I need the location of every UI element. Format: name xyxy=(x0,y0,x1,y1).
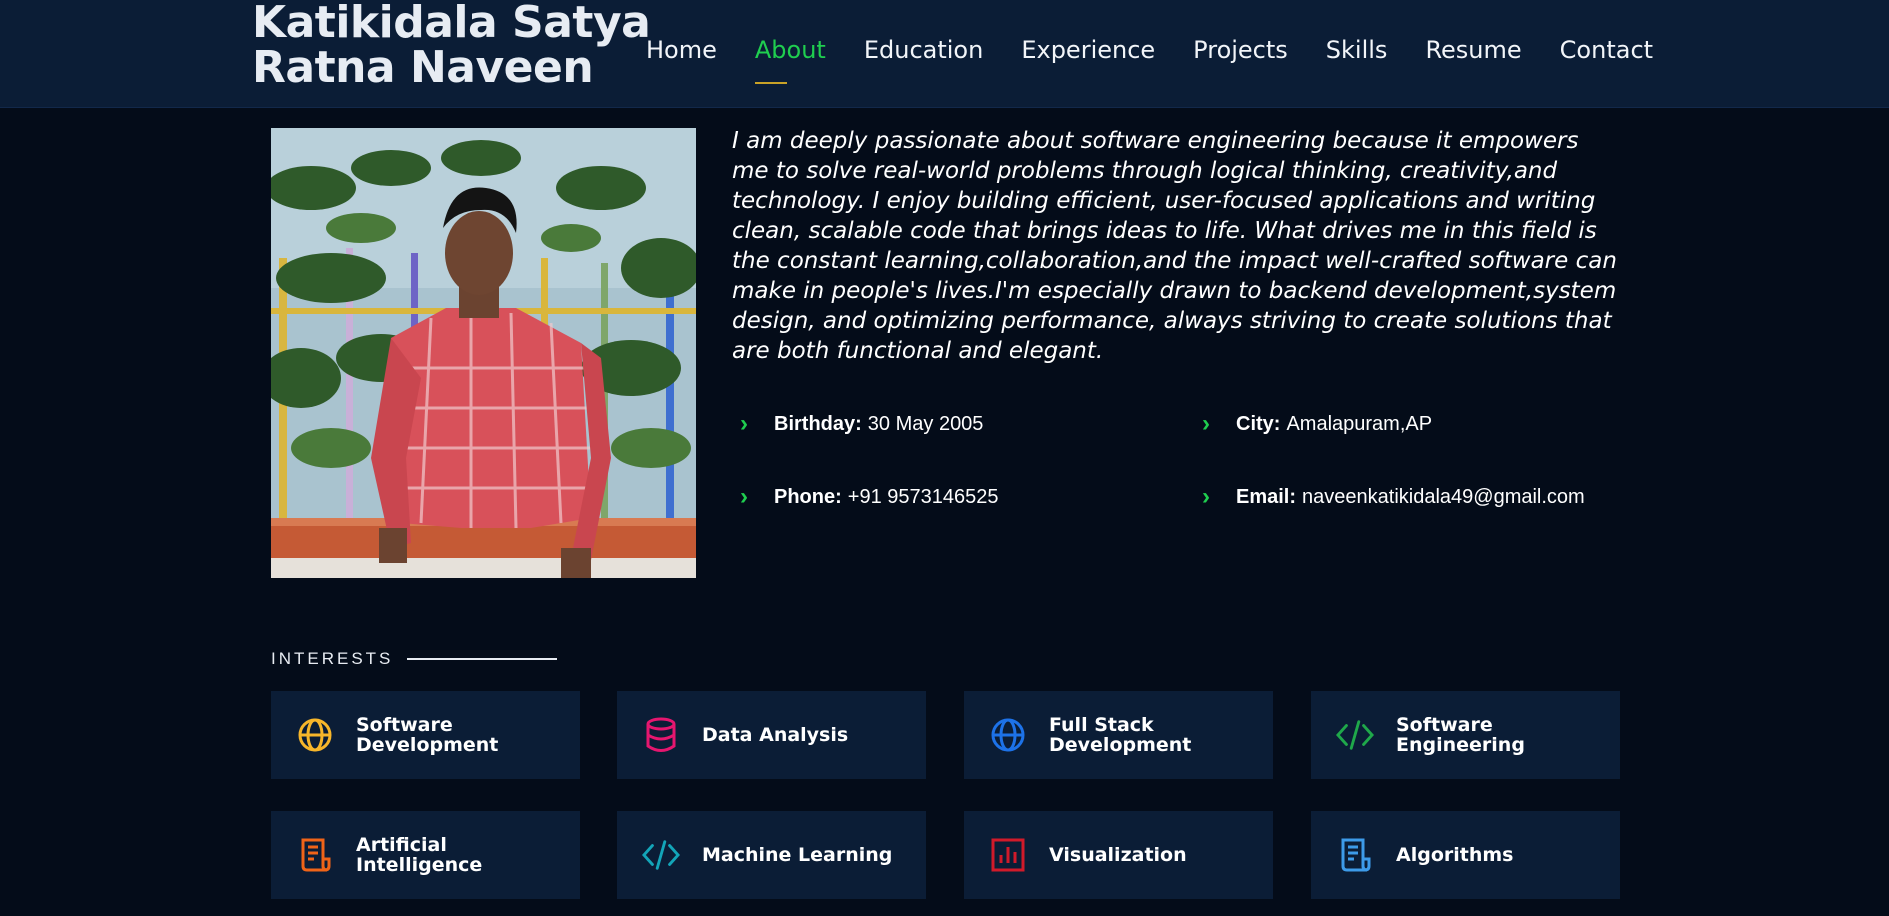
database-icon xyxy=(642,716,680,754)
interest-label: Algorithms xyxy=(1396,844,1514,866)
site-brand[interactable]: Katikidala Satya Ratna Naveen xyxy=(252,0,652,90)
nav-projects[interactable]: Projects xyxy=(1193,36,1288,72)
main-nav: Home About Education Experience Projects… xyxy=(646,36,1691,84)
globe-icon xyxy=(989,716,1027,754)
about-paragraph: I am deeply passionate about software en… xyxy=(732,128,1617,364)
interests-title: INTERESTS xyxy=(271,649,394,668)
interests-heading: INTERESTS xyxy=(271,649,558,669)
interest-card-software-engineering[interactable]: Software Engineering xyxy=(1311,691,1620,779)
info-email: › Email: naveenkatikidala49@gmail.com xyxy=(1202,483,1585,511)
nav-education[interactable]: Education xyxy=(864,36,983,72)
chevron-right-icon: › xyxy=(740,410,748,437)
globe-icon xyxy=(296,716,334,754)
interest-label: Full Stack Development xyxy=(1049,714,1192,756)
profile-photo-illustration xyxy=(271,128,696,578)
nav-resume[interactable]: Resume xyxy=(1425,36,1521,72)
nav-about[interactable]: About xyxy=(754,36,826,84)
email-label: Email: xyxy=(1236,485,1297,508)
interest-card-data-analysis[interactable]: Data Analysis xyxy=(617,691,926,779)
interest-card-visualization[interactable]: Visualization xyxy=(964,811,1273,899)
info-phone: › Phone: +91 9573146525 xyxy=(740,483,999,511)
nav-contact[interactable]: Contact xyxy=(1560,36,1653,72)
interest-card-software-development[interactable]: Software Development xyxy=(271,691,580,779)
info-birthday: › Birthday: 30 May 2005 xyxy=(740,410,983,438)
site-header: Katikidala Satya Ratna Naveen Home About… xyxy=(0,0,1889,108)
chevron-right-icon: › xyxy=(1202,410,1210,437)
interest-card-algorithms[interactable]: Algorithms xyxy=(1311,811,1620,899)
city-value: Amalapuram,AP xyxy=(1286,412,1433,435)
city-label: City: xyxy=(1236,412,1281,435)
document-icon xyxy=(296,836,334,874)
code-icon xyxy=(642,836,680,874)
profile-photo xyxy=(271,128,696,578)
nav-home[interactable]: Home xyxy=(646,36,717,72)
chevron-right-icon: › xyxy=(1202,483,1210,510)
interest-label: Software Engineering xyxy=(1396,714,1525,756)
interest-card-machine-learning[interactable]: Machine Learning xyxy=(617,811,926,899)
info-city: › City: Amalapuram,AP xyxy=(1202,410,1432,438)
phone-label: Phone: xyxy=(774,485,842,508)
interest-label: Visualization xyxy=(1049,844,1187,866)
code-icon xyxy=(1336,716,1374,754)
email-value: naveenkatikidala49@gmail.com xyxy=(1302,485,1585,508)
nav-experience[interactable]: Experience xyxy=(1021,36,1155,72)
nav-skills[interactable]: Skills xyxy=(1326,36,1388,72)
interests-divider xyxy=(407,658,558,660)
document-icon xyxy=(1336,836,1374,874)
bar-chart-icon xyxy=(989,836,1027,874)
interest-label: Data Analysis xyxy=(702,724,849,746)
interest-label: Machine Learning xyxy=(702,844,893,866)
interest-card-full-stack-development[interactable]: Full Stack Development xyxy=(964,691,1273,779)
interest-label: Software Development xyxy=(356,714,499,756)
chevron-right-icon: › xyxy=(740,483,748,510)
birthday-label: Birthday: xyxy=(774,412,862,435)
birthday-value: 30 May 2005 xyxy=(867,412,984,435)
phone-value: +91 9573146525 xyxy=(847,485,999,508)
interest-card-artificial-intelligence[interactable]: Artificial Intelligence xyxy=(271,811,580,899)
interest-label: Artificial Intelligence xyxy=(356,834,483,876)
